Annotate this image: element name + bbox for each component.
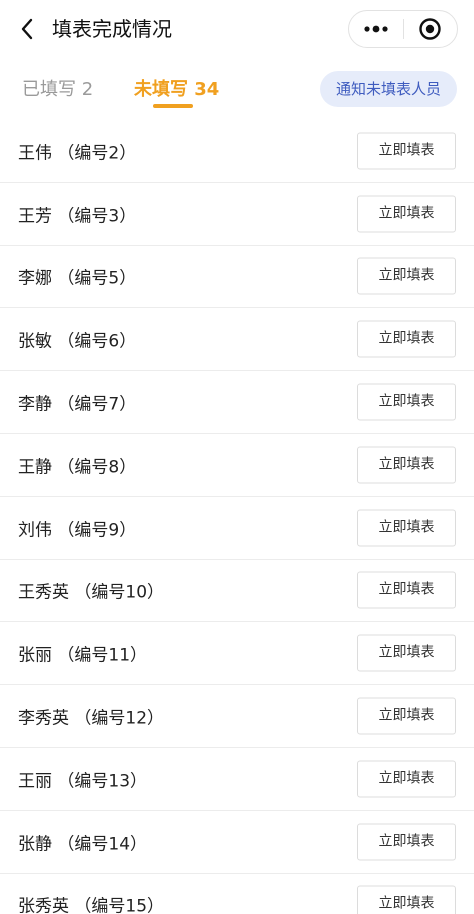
- unfilled-member-list: 王伟 （编号2） 立即填表 王芳 （编号3） 立即填表 李娜 （编号5） 立即填…: [0, 120, 474, 914]
- member-name: 张丽 （编号11）: [18, 645, 148, 666]
- list-item: 张静 （编号14） 立即填表: [0, 811, 474, 874]
- list-item: 李娜 （编号5） 立即填表: [0, 246, 474, 309]
- list-item: 王丽 （编号13） 立即填表: [0, 748, 474, 811]
- fill-now-button[interactable]: 立即填表: [357, 885, 456, 914]
- fill-now-button[interactable]: 立即填表: [357, 697, 456, 735]
- fill-now-button[interactable]: 立即填表: [357, 509, 456, 547]
- member-name: 王伟 （编号2）: [18, 143, 137, 164]
- more-dots-icon: [364, 25, 388, 33]
- tab-unfilled[interactable]: 未填写 34: [134, 78, 219, 102]
- fill-now-button[interactable]: 立即填表: [357, 634, 456, 672]
- list-item: 王芳 （编号3） 立即填表: [0, 183, 474, 246]
- list-item: 王静 （编号8） 立即填表: [0, 434, 474, 497]
- notify-unfilled-button[interactable]: 通知未填表人员: [320, 71, 457, 107]
- member-name: 李秀英 （编号12）: [18, 708, 165, 729]
- miniprogram-capsule: [348, 10, 458, 48]
- fill-now-button[interactable]: 立即填表: [357, 823, 456, 861]
- member-name: 张秀英 （编号15）: [18, 896, 165, 914]
- list-item: 王伟 （编号2） 立即填表: [0, 120, 474, 183]
- fill-now-button[interactable]: 立即填表: [357, 132, 456, 170]
- navigation-bar: 填表完成情况: [0, 0, 474, 58]
- page-title: 填表完成情况: [52, 17, 172, 41]
- member-name: 王秀英 （编号10）: [18, 582, 165, 603]
- member-name: 王丽 （编号13）: [18, 771, 148, 792]
- fill-now-button[interactable]: 立即填表: [357, 383, 456, 421]
- fill-now-button[interactable]: 立即填表: [357, 195, 456, 233]
- member-name: 李静 （编号7）: [18, 394, 137, 415]
- fill-now-button[interactable]: 立即填表: [357, 760, 456, 798]
- member-name: 张静 （编号14）: [18, 834, 148, 855]
- list-item: 李静 （编号7） 立即填表: [0, 371, 474, 434]
- fill-now-button[interactable]: 立即填表: [357, 257, 456, 295]
- list-item: 张秀英 （编号15） 立即填表: [0, 874, 474, 914]
- list-item: 张丽 （编号11） 立即填表: [0, 622, 474, 686]
- member-name: 刘伟 （编号9）: [18, 520, 137, 541]
- member-name: 王芳 （编号3）: [18, 206, 137, 227]
- active-tab-indicator: [153, 104, 193, 108]
- fill-now-button[interactable]: 立即填表: [357, 571, 456, 609]
- list-item: 刘伟 （编号9） 立即填表: [0, 497, 474, 560]
- tab-filled[interactable]: 已填写 2: [22, 78, 93, 102]
- close-miniprogram-button[interactable]: [403, 11, 457, 47]
- back-chevron-icon: [21, 18, 33, 40]
- fill-now-button[interactable]: 立即填表: [357, 320, 456, 358]
- list-item: 王秀英 （编号10） 立即填表: [0, 560, 474, 623]
- more-button[interactable]: [349, 11, 403, 47]
- member-name: 王静 （编号8）: [18, 457, 137, 478]
- miniprogram-close-icon: [419, 18, 441, 40]
- member-name: 李娜 （编号5）: [18, 268, 137, 289]
- fill-now-button[interactable]: 立即填表: [357, 446, 456, 484]
- list-item: 李秀英 （编号12） 立即填表: [0, 685, 474, 748]
- back-button[interactable]: [12, 14, 42, 44]
- member-name: 张敏 （编号6）: [18, 331, 137, 352]
- list-item: 张敏 （编号6） 立即填表: [0, 308, 474, 372]
